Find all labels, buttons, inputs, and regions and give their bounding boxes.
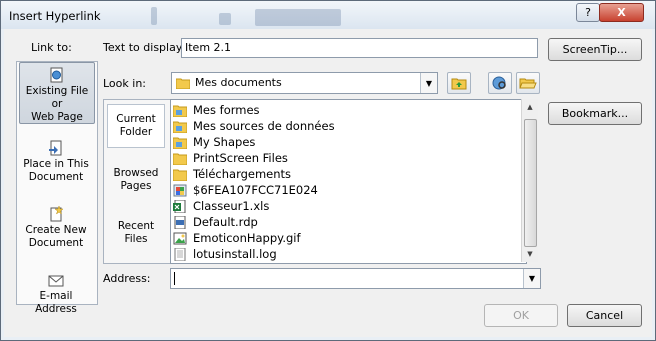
folder-up-icon	[451, 78, 467, 90]
file-name: Mes sources de données	[193, 119, 335, 133]
new-document-icon	[50, 206, 64, 222]
screentip-button[interactable]: ScreenTip...	[548, 38, 642, 61]
browse-file-button[interactable]	[516, 72, 540, 94]
close-button[interactable]: X	[599, 3, 644, 22]
list-item[interactable]: Téléchargements	[173, 166, 513, 182]
look-in-value: Mes documents	[195, 76, 282, 89]
text-caret	[174, 272, 175, 285]
file-name: My Shapes	[193, 135, 256, 149]
folder-icon	[173, 169, 187, 181]
cancel-button[interactable]: Cancel	[567, 304, 642, 327]
file-list-scrollbar[interactable]: ▲ ▼	[521, 99, 538, 262]
file-name: $6FEA107FCC71E024	[193, 183, 318, 197]
nav-browsed-pages-line2: Pages	[120, 180, 152, 192]
nav-recent-files-line2: Files	[124, 233, 148, 245]
text-to-display-value: Item 2.1	[185, 41, 232, 54]
up-one-folder-button[interactable]	[447, 72, 471, 94]
special-folder-icon	[173, 121, 187, 133]
file-name: EmoticonHappy.gif	[193, 231, 301, 245]
folder-icon	[176, 78, 190, 89]
list-item[interactable]: lotusinstall.log	[173, 246, 513, 262]
scroll-down-icon[interactable]: ▼	[522, 246, 538, 262]
link-to-existing-file[interactable]: Existing File or Web Page	[19, 62, 95, 124]
file-name: PrintScreen Files	[193, 151, 288, 165]
link-to-label: Link to:	[31, 41, 72, 54]
place-in-document-icon	[49, 140, 62, 156]
browse-web-button[interactable]	[488, 72, 512, 94]
link-to-email-address[interactable]: E-mail Address	[19, 268, 93, 315]
nav-recent-files[interactable]: Recent Files	[107, 220, 165, 250]
link-to-email-address-label: E-mail Address	[35, 290, 77, 315]
link-to-existing-file-label-1: Existing File or	[25, 85, 89, 110]
link-to-create-new-document-label-1: Create New	[25, 224, 87, 236]
look-in-label: Look in:	[103, 77, 146, 90]
file-name: Classeur1.xls	[193, 199, 270, 213]
file-name: lotusinstall.log	[193, 247, 277, 261]
list-item[interactable]: Mes sources de données	[173, 118, 513, 134]
special-folder-icon	[173, 105, 187, 117]
address-chevron-down-icon[interactable]: ▼	[523, 269, 540, 288]
list-item[interactable]: PrintScreen Files	[173, 150, 513, 166]
help-button[interactable]: ?	[576, 3, 600, 22]
nav-current-folder-line2: Folder	[119, 126, 153, 138]
file-list[interactable]: Mes formes Mes sources de données My Sha…	[170, 99, 527, 264]
nav-current-folder[interactable]: Current Folder	[107, 104, 165, 148]
bookmark-button[interactable]: Bookmark...	[548, 102, 642, 125]
nav-browsed-pages-line1: Browsed	[113, 167, 159, 179]
list-item[interactable]: My Shapes	[173, 134, 513, 150]
address-label: Address:	[103, 272, 151, 285]
scroll-up-icon[interactable]: ▲	[522, 99, 538, 115]
list-item[interactable]: $6FEA107FCC71E024	[173, 182, 513, 198]
link-to-create-new-document-label-2: Document	[28, 237, 84, 249]
nav-recent-files-line1: Recent	[117, 220, 155, 232]
file-name: Téléchargements	[193, 167, 292, 181]
text-file-icon	[174, 247, 186, 261]
dialog-content: Link to: Existing File or Web Page Place…	[4, 29, 652, 337]
list-item[interactable]: Default.rdp	[173, 214, 513, 230]
list-item[interactable]: Mes formes	[173, 102, 513, 118]
text-to-display-label: Text to display:	[103, 41, 186, 54]
browse-web-icon	[492, 76, 506, 90]
special-folder-icon	[173, 137, 187, 149]
chevron-down-icon[interactable]: ▼	[420, 73, 437, 93]
link-to-panel: Existing File or Web Page Place in This …	[16, 61, 98, 315]
app-file-icon	[173, 184, 187, 196]
link-to-create-new-document[interactable]: Create New Document	[19, 202, 93, 252]
nav-current-folder-line1: Current	[116, 113, 156, 125]
ok-button[interactable]: OK	[484, 304, 558, 327]
excel-file-icon	[173, 199, 186, 213]
list-item[interactable]: Classeur1.xls	[173, 198, 513, 214]
nav-panel: Current Folder Browsed Pages Recent File…	[103, 99, 171, 264]
email-icon	[48, 275, 64, 287]
look-in-dropdown[interactable]: Mes documents ▼	[171, 72, 438, 94]
nav-browsed-pages[interactable]: Browsed Pages	[107, 167, 165, 197]
text-to-display-field[interactable]: Item 2.1	[181, 38, 538, 58]
rdp-file-icon	[174, 215, 186, 229]
image-file-icon	[173, 232, 187, 244]
open-folder-icon	[519, 78, 537, 89]
link-to-place-in-document-label-1: Place in This	[23, 158, 89, 170]
background-ghost-text	[151, 5, 391, 27]
list-item[interactable]: EmoticonHappy.gif	[173, 230, 513, 246]
file-name: Mes formes	[193, 103, 260, 117]
title-bar[interactable]: Insert Hyperlink ? X	[1, 1, 655, 29]
existing-file-icon	[50, 67, 63, 83]
link-to-place-in-document[interactable]: Place in This Document	[19, 136, 93, 186]
window-title: Insert Hyperlink	[9, 9, 101, 23]
link-to-place-in-document-label-2: Document	[28, 171, 84, 183]
insert-hyperlink-dialog: Insert Hyperlink ? X Link to: Existing F…	[0, 0, 656, 341]
file-name: Default.rdp	[193, 215, 258, 229]
address-field[interactable]: ▼	[170, 268, 541, 289]
scroll-thumb[interactable]	[524, 119, 537, 247]
link-to-existing-file-label-2: Web Page	[31, 111, 83, 123]
folder-icon	[173, 153, 187, 165]
